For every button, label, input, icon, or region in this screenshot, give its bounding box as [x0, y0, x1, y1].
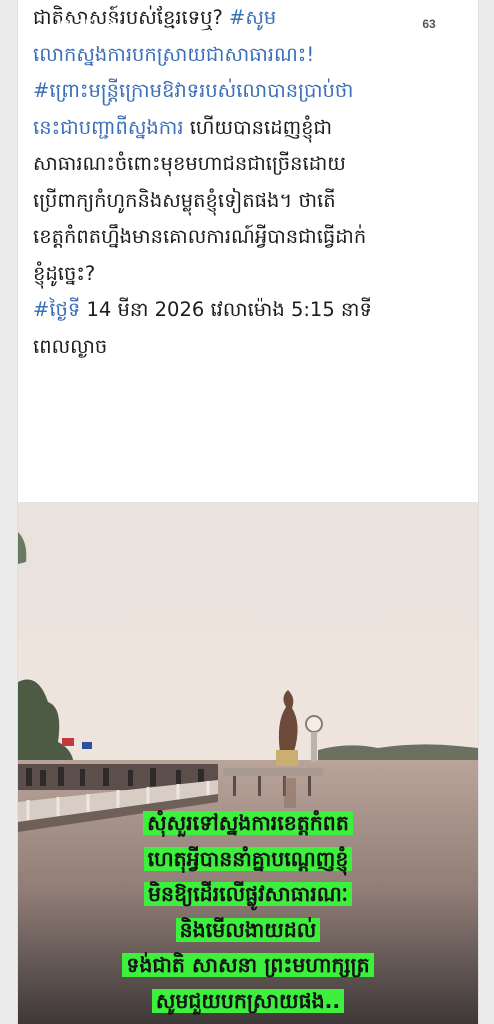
battery-icon: 63: [413, 15, 445, 33]
caption-text: 14 មីនា 2026 វេលាម៉ោង 5:15 នាទី: [80, 298, 372, 321]
overlay-line-text: សូមជួយបកស្រាយផង..: [151, 988, 345, 1013]
overlay-line: ហេតុអ្វីបាននាំគ្នាបណ្តេញខ្ញុំ: [18, 842, 478, 878]
silent-mode-icon: [107, 19, 121, 32]
status-bar: 9:25 5G 63: [0, 0, 494, 58]
cellular-signal-icon: [352, 18, 374, 32]
caption-text: ប្រើពាក្យកំហូកនិងសម្លុតខ្ញុំទៀតផង។ ថាតើ: [33, 188, 336, 212]
caption-line: #ព្រោះមន្ត្រីក្រោមឱវាទរបស់លោបានប្រាប់ថា: [33, 73, 473, 110]
caption-text: ខ្ញុំដូច្នេះ?: [33, 261, 96, 285]
caption-text: សាធារណះចំពោះមុខមហាជនជាច្រើនដោយ: [33, 152, 346, 175]
status-time: 9:25: [60, 16, 95, 35]
caption-line: នេះជាបញ្ជាពីស្នងការ ហើយបានដេញខ្ញុំជា: [33, 110, 473, 147]
overlay-line-text: សុំសួរទៅស្នងការខេត្តកំពត: [143, 811, 353, 835]
caption-line: ខ្ញុំដូច្នេះ?: [33, 256, 473, 293]
caption-text: ហើយបានដេញខ្ញុំជា: [183, 115, 333, 139]
overlay-line-text: និងមើលងាយដល់: [175, 917, 321, 942]
overlay-line-text: មិនឱ្យដើរលើផ្លូវសាធារណៈ: [143, 882, 353, 906]
photo-overlay-caption: សុំសួរទៅស្នងការខេត្តកំពតហេតុអ្វីបាននាំគ្…: [18, 806, 478, 1019]
hashtag-link[interactable]: នេះជាបញ្ជាពីស្នងការ: [33, 116, 184, 139]
post-photo[interactable]: សុំសួរទៅស្នងការខេត្តកំពតហេតុអ្វីបាននាំគ្…: [18, 502, 478, 1024]
overlay-line: និងមើលងាយដល់: [18, 913, 478, 949]
hashtag-link[interactable]: #ថ្ងៃទី: [33, 298, 80, 321]
overlay-line-text: ហេតុអ្វីបាននាំគ្នាបណ្តេញខ្ញុំ: [143, 846, 353, 871]
overlay-line: សូមជួយបកស្រាយផង..: [18, 984, 478, 1020]
post-card: ជាតិសាសន៍របស់ខ្មែរទេឬ? #សូម លោកស្នងការបកស…: [17, 0, 479, 1024]
caption-line: ខេត្តកំពតហ្នឹងមានគោលការណ៍អ្វីបានជាធ្វើដា…: [33, 219, 473, 256]
caption-line: ពេលល្ងាច: [33, 329, 473, 366]
hashtag-link[interactable]: #ព្រោះមន្ត្រីក្រោមឱវាទរបស់លោបានប្រាប់ថា: [33, 79, 353, 102]
overlay-line: មិនឱ្យដើរលើផ្លូវសាធារណៈ: [18, 877, 478, 913]
overlay-line: សុំសួរទៅស្នងការខេត្តកំពត: [18, 806, 478, 842]
caption-line: #ថ្ងៃទី 14 មីនា 2026 វេលាម៉ោង 5:15 នាទី: [33, 292, 473, 329]
caption-line: ប្រើពាក្យកំហូកនិងសម្លុតខ្ញុំទៀតផង។ ថាតើ: [33, 183, 473, 220]
network-type: 5G: [383, 16, 404, 33]
screen: ជាតិសាសន៍របស់ខ្មែរទេឬ? #សូម លោកស្នងការបកស…: [0, 0, 494, 1024]
overlay-line-text: ទង់ជាតិ សាសនា ព្រះមហាក្សត្រ: [122, 953, 374, 977]
overlay-line: ទង់ជាតិ សាសនា ព្រះមហាក្សត្រ: [18, 948, 478, 984]
caption-text: ខេត្តកំពតហ្នឹងមានគោលការណ៍អ្វីបានជាធ្វើដា…: [33, 225, 367, 248]
caption-text: ពេលល្ងាច: [33, 334, 108, 358]
caption-line: សាធារណះចំពោះមុខមហាជនជាច្រើនដោយ: [33, 146, 473, 183]
